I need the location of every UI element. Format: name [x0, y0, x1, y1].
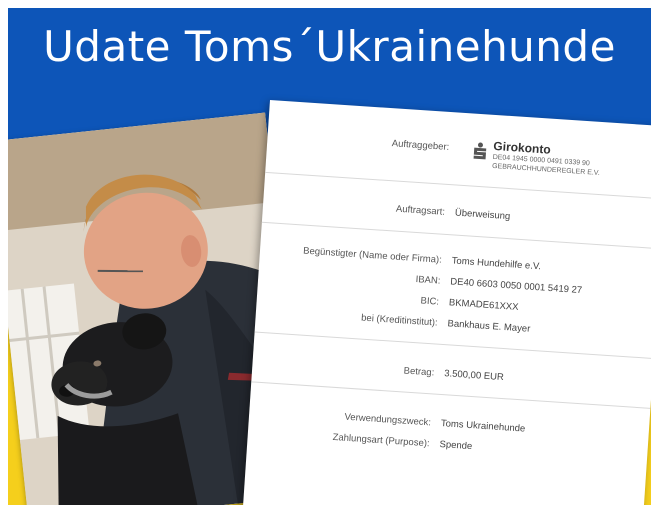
zahlungsart-label: Zahlungsart (Purpose):: [332, 431, 430, 450]
page-title: Udate Toms´Ukrainehunde: [43, 22, 616, 71]
betrag-value: 3.500,00 EUR: [443, 368, 505, 384]
sparkasse-s-icon: [473, 142, 487, 160]
kreditinstitut-value: Bankhaus E. Mayer: [447, 318, 531, 335]
kreditinstitut-label: bei (Kreditinstitut):: [360, 312, 438, 329]
iban-value: DE40 6603 0050 0001 5419 27: [449, 276, 583, 297]
beguenstigter-value: Toms Hundehilfe e.V.: [451, 255, 542, 273]
verwendungszweck-label: Verwendungszweck:: [344, 411, 432, 429]
bic-value: BKMADE61XXX: [448, 297, 519, 313]
iban-label: IBAN:: [415, 274, 441, 287]
auftragsart-value: Überweisung: [454, 207, 511, 223]
auftraggeber-label: Auftraggeber:: [391, 138, 450, 153]
verwendungszweck-value: Toms Ukrainehunde: [440, 418, 526, 435]
transfer-document: Auftraggeber: Girokonto DE04 1945 0000 0…: [242, 100, 651, 505]
betrag-label: Betrag:: [403, 365, 435, 379]
divider: [254, 331, 651, 359]
bic-label: BIC:: [420, 295, 440, 308]
auftragsart-label: Auftragsart:: [395, 203, 446, 218]
divider: [261, 221, 651, 250]
divider: [251, 381, 651, 409]
zahlungsart-value: Spende: [439, 439, 473, 453]
graphic-frame: Udate Toms´Ukrainehunde Auftraggeber: Gi…: [8, 8, 651, 505]
beguenstigter-label: Begünstigter (Name oder Firma):: [302, 245, 443, 266]
